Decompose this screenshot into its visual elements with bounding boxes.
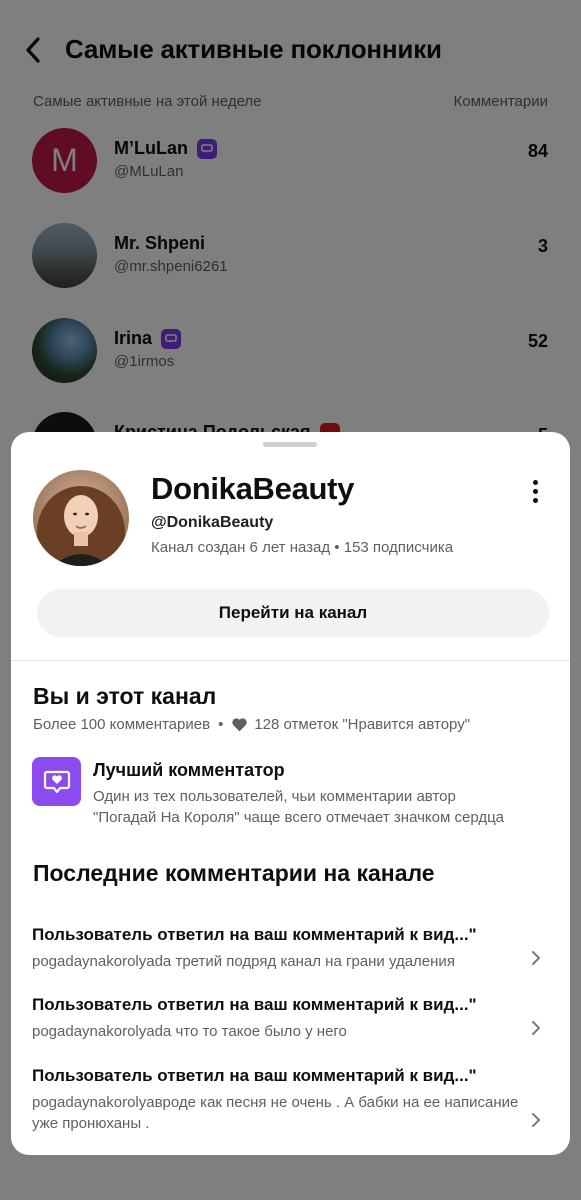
channel-bottom-sheet: DonikaBeauty @DonikaBeauty Канал создан … (11, 432, 570, 1155)
top-commenter-title: Лучший комментатор (93, 760, 285, 780)
likes-stat: 128 отметок "Нравится автору" (254, 716, 471, 733)
channel-name: DonikaBeauty (151, 471, 355, 506)
comment-title: Пользователь ответил на ваш комментарий … (32, 925, 477, 944)
comment-text: pogadaynakorolyada третий подряд канал н… (32, 953, 455, 970)
comment-text: pogadaynakorolyada что то такое было у н… (32, 1023, 347, 1040)
chevron-right-icon (532, 1113, 540, 1127)
recent-comment-item[interactable]: Пользователь ответил на ваш комментарий … (11, 925, 570, 987)
comments-stat: Более 100 комментариев (33, 716, 211, 733)
more-vertical-icon (532, 479, 538, 485)
comment-title: Пользователь ответил на ваш комментарий … (32, 1066, 477, 1085)
divider (11, 660, 570, 661)
drag-handle[interactable] (263, 442, 317, 447)
top-commenter-description: Один из тех пользователей, чьи комментар… (93, 786, 566, 828)
channel-avatar (33, 470, 129, 566)
description-line: "Погадай На Короля" чаще всего отмечает … (93, 809, 504, 826)
recent-comment-item[interactable]: Пользователь ответил на ваш комментарий … (11, 995, 570, 1057)
recent-comment-item[interactable]: Пользователь ответил на ваш комментарий … (11, 1066, 570, 1146)
heart-speech-bubble-icon (32, 757, 81, 806)
more-options-button[interactable] (523, 476, 547, 506)
channel-meta: Канал создан 6 лет назад • 153 подписчик… (151, 539, 454, 556)
chevron-right-icon (532, 951, 540, 965)
go-to-channel-button[interactable]: Перейти на канал (37, 589, 549, 637)
section-title: Вы и этот канал (33, 683, 217, 709)
comment-title: Пользователь ответил на ваш комментарий … (32, 995, 477, 1014)
chevron-right-icon (532, 1021, 540, 1035)
description-line: Один из тех пользователей, чьи комментар… (93, 788, 456, 805)
section-title: Последние комментарии на канале (33, 860, 435, 886)
channel-handle: @DonikaBeauty (151, 514, 274, 531)
comment-text: pogadaynakorolyaвроде как песня не очень… (32, 1094, 519, 1132)
relationship-meta: Более 100 комментариев • 128 отметок "Нр… (33, 716, 471, 733)
heart-icon (231, 717, 248, 732)
